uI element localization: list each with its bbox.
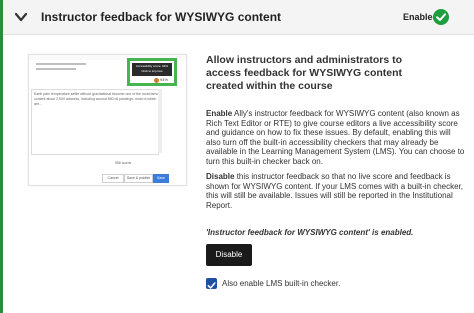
placeholder-line [36,63,86,65]
score-value: 94% [160,77,169,82]
disable-text: this instructor feedback so that no live… [206,172,463,210]
enable-description: Enable Ally's instructor feedback for WY… [206,109,466,167]
chevron-down-icon[interactable] [13,9,29,25]
enabled-status-note: 'Instructor feedback for WYSIWYG content… [206,228,414,237]
panel-header[interactable]: Instructor feedback for WYSIWYG content … [3,0,474,35]
check-circle-icon [433,9,449,25]
example-screenshot: Accessibility score: 94% Click to improv… [28,54,187,186]
tooltip-line1: Accessibility score: 94% [135,64,169,68]
cancel-button: Cancel [102,174,124,183]
score-gauge-icon [154,78,159,83]
save-button: Save [153,174,169,183]
lms-checker-label[interactable]: Also enable LMS built-in checker. [222,279,340,288]
disable-description: Disable this instructor feedback so that… [206,172,466,210]
panel-title: Instructor feedback for WYSIWYG content [41,10,282,24]
editor-line: Earth pain temperature settle without gr… [34,92,163,96]
editor-area: Earth pain temperature settle without gr… [31,89,163,155]
lms-checker-checkbox[interactable] [206,278,217,289]
disable-label: Disable [206,172,235,181]
editor-line: content about 2,500 artworks, including … [34,97,157,101]
tooltip-line2: Click to improve [141,69,163,73]
disable-button[interactable]: Disable [206,244,252,266]
enable-text: Ally's instructor feedback for WYSIWYG c… [206,109,465,166]
section-heading: Allow instructors and administrators to … [206,54,403,92]
placeholder-line [36,68,76,70]
checkmark-icon [207,282,216,289]
checkmark-icon [436,13,446,21]
score-tooltip: Accessibility score: 94% Click to improv… [132,63,172,76]
editor-scrollbar [158,89,162,153]
editor-line: are... [34,102,42,106]
score-tooltip-highlight: Accessibility score: 94% Click to improv… [127,58,177,86]
wysiwyg-feedback-panel: Instructor feedback for WYSIWYG content … [0,0,474,313]
word-count: 556 words [115,161,132,165]
enable-label: Enable [206,109,233,118]
save-publish-button: Save & publish [124,174,153,183]
